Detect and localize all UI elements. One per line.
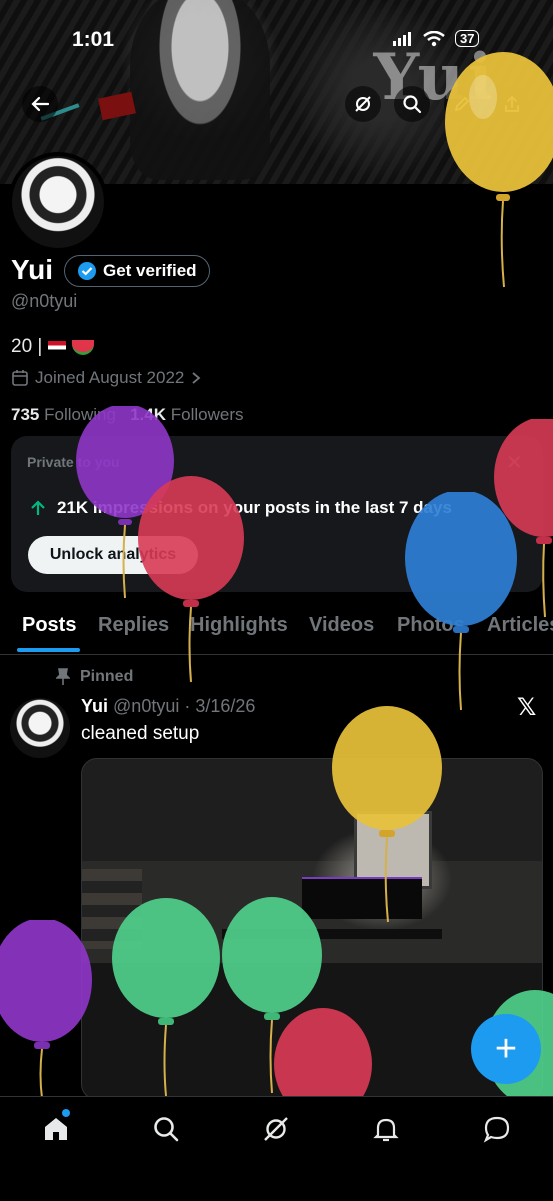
flag-emoji <box>48 340 67 354</box>
get-verified-label: Get verified <box>103 261 197 280</box>
search-icon <box>403 95 422 114</box>
pinned-label: Pinned <box>80 668 134 685</box>
post-avatar[interactable] <box>10 698 70 758</box>
profile-avatar[interactable] <box>8 152 108 252</box>
grok-nav-icon <box>264 1117 288 1141</box>
active-tab-indicator <box>17 648 80 652</box>
status-time: 1:01 <box>72 28 115 51</box>
messages-icon <box>483 1116 510 1143</box>
joined-text: Joined August 2022 <box>35 368 185 387</box>
balloon-purple-2 <box>0 920 92 1099</box>
compose-button[interactable]: + <box>471 1014 541 1084</box>
pinned-indicator: Pinned <box>56 668 133 686</box>
tab-videos[interactable]: Videos <box>309 614 374 637</box>
balloon-green <box>112 898 220 1097</box>
nav-home[interactable] <box>40 1109 72 1145</box>
profile-bio: 20 | <box>11 336 95 358</box>
x-logo-icon[interactable]: 𝕏 <box>517 693 536 721</box>
nav-grok[interactable] <box>260 1113 292 1145</box>
followers-label: Followers <box>170 405 244 424</box>
balloon-red <box>138 476 244 683</box>
post-author[interactable]: Yui <box>81 696 108 716</box>
signal-icon <box>393 31 411 46</box>
balloon-blue <box>405 492 517 711</box>
get-verified-button[interactable]: Get verified <box>64 255 210 287</box>
bottom-navigation <box>0 1096 553 1201</box>
nav-notifications[interactable] <box>370 1113 402 1145</box>
balloon-red-2 <box>274 1008 372 1100</box>
profile-handle: @n0tyui <box>11 291 78 311</box>
nav-search[interactable] <box>150 1113 182 1145</box>
grok-button[interactable] <box>345 86 381 122</box>
profile-name: Yui <box>11 254 54 285</box>
chevron-right-icon <box>192 372 201 384</box>
post-meta: @n0tyui · 3/16/26 <box>113 696 256 716</box>
tab-posts[interactable]: Posts <box>22 614 76 637</box>
nav-messages[interactable] <box>481 1113 513 1145</box>
verified-badge-icon <box>78 262 96 280</box>
balloon-yellow-2 <box>332 706 442 923</box>
following-count: 735 <box>11 405 40 424</box>
notification-dot <box>62 1109 70 1117</box>
pin-icon <box>56 668 70 685</box>
joined-date-link[interactable]: Joined August 2022 <box>11 368 202 388</box>
bell-icon <box>373 1118 399 1142</box>
home-icon <box>45 1118 67 1140</box>
post-text: cleaned setup <box>81 723 200 744</box>
battery-indicator: 37 <box>455 30 480 47</box>
search-icon <box>154 1117 179 1142</box>
arrow-up-icon <box>31 500 45 515</box>
banner-artwork <box>130 0 270 180</box>
wifi-icon <box>423 30 445 46</box>
back-arrow-icon <box>31 96 50 112</box>
post-header: Yui @n0tyui · 3/16/26 <box>81 696 255 717</box>
bio-text: 20 | <box>11 336 43 357</box>
grok-icon <box>355 96 371 112</box>
calendar-icon <box>12 370 28 386</box>
balloon-yellow <box>445 52 553 288</box>
back-button[interactable] <box>22 86 58 122</box>
watermelon-emoji <box>72 339 95 355</box>
search-button[interactable] <box>394 86 430 122</box>
status-icons: 37 <box>393 30 480 47</box>
